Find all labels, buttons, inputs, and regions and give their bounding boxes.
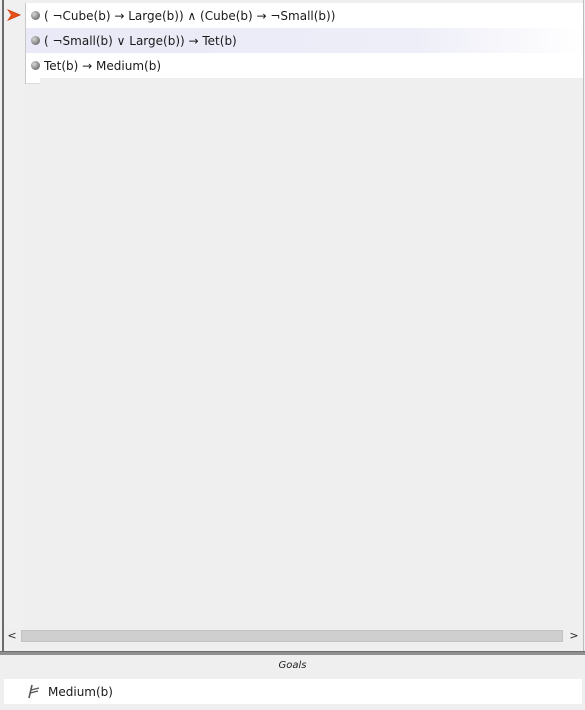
focus-arrow-icon — [7, 9, 21, 21]
step-end-marker — [26, 78, 40, 84]
goals-footer — [0, 704, 585, 710]
proof-area[interactable] — [25, 0, 582, 628]
step-text: ( ¬Cube(b) → Large(b)) ∧ (Cube(b) → ¬Sma… — [44, 8, 336, 23]
step-bullet-icon — [31, 11, 40, 20]
step-bullet-icon — [31, 36, 40, 45]
right-border — [583, 0, 584, 652]
goals-header: Goals — [0, 655, 585, 677]
proof-step[interactable]: ( ¬Cube(b) → Large(b)) ∧ (Cube(b) → ¬Sma… — [26, 3, 583, 28]
proof-window: ( ¬Cube(b) → Large(b)) ∧ (Cube(b) → ¬Sma… — [0, 0, 585, 710]
goals-list: Medium(b) — [4, 679, 582, 704]
proof-steps: ( ¬Cube(b) → Large(b)) ∧ (Cube(b) → ¬Sma… — [25, 3, 583, 84]
step-text: Tet(b) → Medium(b) — [44, 58, 162, 73]
proof-step-selected[interactable]: ( ¬Small(b) ∨ Large(b)) → Tet(b) — [26, 28, 583, 53]
scrollbar-thumb[interactable] — [21, 630, 563, 642]
step-text: ( ¬Small(b) ∨ Large(b)) → Tet(b) — [44, 33, 237, 48]
proof-step[interactable]: Tet(b) → Medium(b) — [26, 53, 583, 78]
step-bullet-icon — [31, 61, 40, 70]
step-gutter — [4, 0, 25, 628]
scroll-left-icon[interactable]: < — [4, 628, 20, 644]
horizontal-scrollbar[interactable]: < > — [4, 628, 582, 644]
goal-text: Medium(b) — [48, 684, 113, 699]
scroll-right-icon[interactable]: > — [566, 628, 582, 644]
goal-item[interactable]: Medium(b) — [4, 679, 582, 704]
goal-turnstile-icon — [28, 684, 40, 699]
